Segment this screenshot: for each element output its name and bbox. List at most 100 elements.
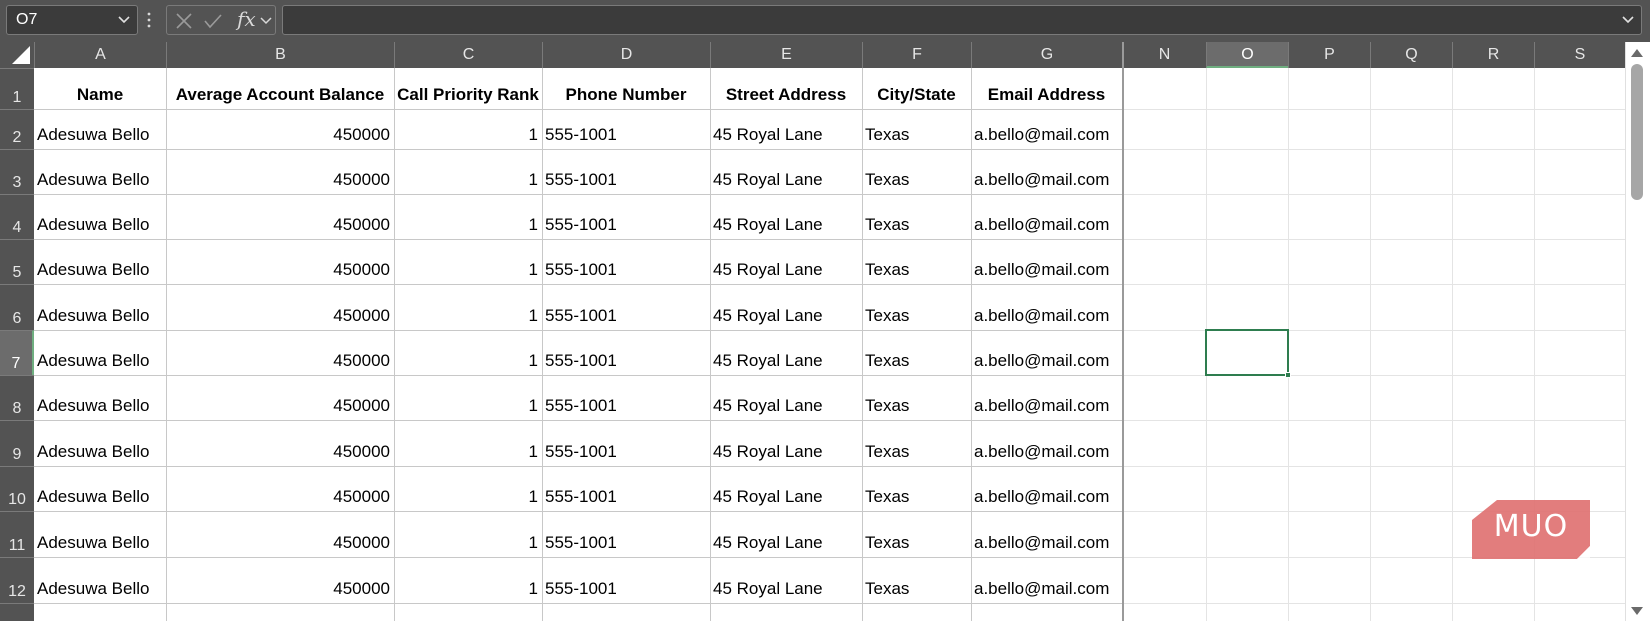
column-header-n[interactable]: N	[1122, 42, 1206, 68]
table-cell[interactable]: a.bello@mail.com	[971, 239, 1122, 284]
table-cell[interactable]: 45 Royal Lane	[710, 557, 862, 603]
table-cell[interactable]: Texas	[862, 511, 971, 557]
table-cell[interactable]: 555-1001	[542, 375, 710, 420]
column-header-s[interactable]: S	[1534, 42, 1625, 68]
table-cell[interactable]: a.bello@mail.com	[971, 284, 1122, 330]
more-options-icon[interactable]	[146, 9, 152, 31]
column-header-e[interactable]: E	[710, 42, 862, 68]
header-cell[interactable]: Name	[34, 68, 166, 109]
row-header-13[interactable]	[0, 603, 34, 621]
table-cell[interactable]: 555-1001	[542, 511, 710, 557]
table-cell[interactable]: 450000	[166, 557, 394, 603]
table-cell[interactable]: Texas	[862, 194, 971, 239]
table-cell[interactable]: a.bello@mail.com	[971, 109, 1122, 149]
table-cell[interactable]: 45 Royal Lane	[710, 239, 862, 284]
table-cell[interactable]: Adesuwa Bello	[34, 420, 166, 466]
table-cell[interactable]: Texas	[862, 330, 971, 375]
table-cell[interactable]: Texas	[862, 284, 971, 330]
column-header-a[interactable]: A	[34, 42, 166, 68]
table-cell[interactable]: 450000	[166, 511, 394, 557]
row-header-12[interactable]: 12	[0, 557, 34, 603]
column-header-d[interactable]: D	[542, 42, 710, 68]
table-cell[interactable]: 45 Royal Lane	[710, 375, 862, 420]
table-cell[interactable]: a.bello@mail.com	[971, 420, 1122, 466]
table-cell[interactable]: 555-1001	[542, 109, 710, 149]
table-cell[interactable]: 1	[394, 284, 542, 330]
close-icon[interactable]	[175, 12, 193, 30]
column-header-o[interactable]: O	[1206, 42, 1288, 68]
table-cell[interactable]: 1	[394, 194, 542, 239]
table-cell[interactable]: 555-1001	[542, 239, 710, 284]
table-cell[interactable]: a.bello@mail.com	[971, 194, 1122, 239]
table-cell[interactable]: Texas	[862, 239, 971, 284]
table-cell[interactable]: Adesuwa Bello	[34, 149, 166, 194]
scrollbar-thumb[interactable]	[1631, 64, 1643, 200]
header-cell[interactable]: Average Account Balance	[166, 68, 394, 109]
table-cell[interactable]: Texas	[862, 109, 971, 149]
table-cell[interactable]: 1	[394, 511, 542, 557]
table-cell[interactable]: 450000	[166, 149, 394, 194]
chevron-down-icon[interactable]	[117, 15, 131, 25]
table-cell[interactable]: 45 Royal Lane	[710, 109, 862, 149]
table-cell[interactable]: Adesuwa Bello	[34, 284, 166, 330]
table-cell[interactable]: 555-1001	[542, 330, 710, 375]
row-header-8[interactable]: 8	[0, 375, 34, 420]
row-header-5[interactable]: 5	[0, 239, 34, 284]
table-cell[interactable]: Adesuwa Bello	[34, 557, 166, 603]
table-cell[interactable]: a.bello@mail.com	[971, 511, 1122, 557]
table-cell[interactable]: 450000	[166, 420, 394, 466]
column-header-g[interactable]: G	[971, 42, 1122, 68]
chevron-down-icon[interactable]	[1621, 15, 1635, 25]
column-header-p[interactable]: P	[1288, 42, 1370, 68]
table-cell[interactable]: 450000	[166, 466, 394, 511]
row-header-1[interactable]: 1	[0, 68, 34, 109]
scroll-down-icon[interactable]	[1628, 604, 1646, 618]
row-header-9[interactable]: 9	[0, 420, 34, 466]
row-header-2[interactable]: 2	[0, 109, 34, 149]
table-cell[interactable]: 1	[394, 109, 542, 149]
table-cell[interactable]: 555-1001	[542, 284, 710, 330]
table-cell[interactable]: Adesuwa Bello	[34, 330, 166, 375]
table-cell[interactable]: 45 Royal Lane	[710, 330, 862, 375]
table-cell[interactable]: Texas	[862, 557, 971, 603]
table-cell[interactable]: 450000	[166, 330, 394, 375]
table-cell[interactable]: Texas	[862, 420, 971, 466]
check-icon[interactable]	[203, 12, 223, 30]
row-header-4[interactable]: 4	[0, 194, 34, 239]
table-cell[interactable]: 1	[394, 420, 542, 466]
table-cell[interactable]: a.bello@mail.com	[971, 330, 1122, 375]
row-header-3[interactable]: 3	[0, 149, 34, 194]
table-cell[interactable]: Adesuwa Bello	[34, 511, 166, 557]
table-cell[interactable]: 555-1001	[542, 466, 710, 511]
table-cell[interactable]: Texas	[862, 149, 971, 194]
active-cell[interactable]	[1205, 329, 1289, 376]
table-cell[interactable]: 450000	[166, 194, 394, 239]
table-cell[interactable]: 1	[394, 557, 542, 603]
table-cell[interactable]: 1	[394, 239, 542, 284]
table-cell[interactable]: a.bello@mail.com	[971, 557, 1122, 603]
row-header-10[interactable]: 10	[0, 466, 34, 511]
insert-function-icon[interactable]: fx	[237, 7, 256, 31]
table-cell[interactable]: 450000	[166, 109, 394, 149]
table-cell[interactable]: 45 Royal Lane	[710, 194, 862, 239]
header-cell[interactable]: City/State	[862, 68, 971, 109]
table-cell[interactable]: a.bello@mail.com	[971, 375, 1122, 420]
row-header-6[interactable]: 6	[0, 284, 34, 330]
table-cell[interactable]: 555-1001	[542, 194, 710, 239]
table-cell[interactable]: 45 Royal Lane	[710, 466, 862, 511]
column-header-f[interactable]: F	[862, 42, 971, 68]
header-cell[interactable]: Email Address	[971, 68, 1122, 109]
chevron-down-icon[interactable]	[260, 16, 272, 26]
table-cell[interactable]: 1	[394, 466, 542, 511]
table-cell[interactable]: 1	[394, 149, 542, 194]
header-cell[interactable]: Phone Number	[542, 68, 710, 109]
row-header-11[interactable]: 11	[0, 511, 34, 557]
table-cell[interactable]: 1	[394, 375, 542, 420]
formula-input[interactable]	[282, 5, 1642, 35]
column-header-c[interactable]: C	[394, 42, 542, 68]
table-cell[interactable]: 45 Royal Lane	[710, 149, 862, 194]
select-all-corner[interactable]	[0, 42, 34, 68]
name-box[interactable]: O7	[6, 5, 138, 35]
table-cell[interactable]: Adesuwa Bello	[34, 466, 166, 511]
table-cell[interactable]: 45 Royal Lane	[710, 511, 862, 557]
